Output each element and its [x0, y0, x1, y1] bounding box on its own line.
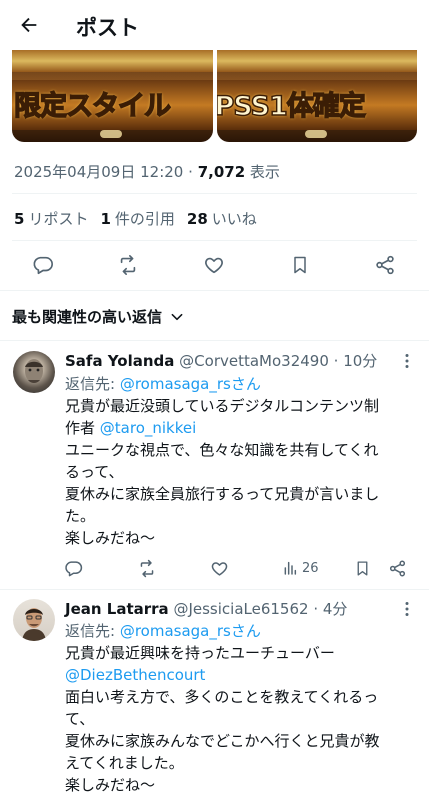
more-options-button[interactable] [398, 352, 416, 370]
chevron-down-icon [171, 313, 183, 320]
mention-link[interactable]: @DiezBethencourt [65, 664, 420, 686]
bar-chart-icon [284, 561, 297, 575]
reply-text: 兄貴が最近興味を持ったユーチューバー @DiezBethencourt 面白い考… [65, 642, 420, 796]
reply-text-line: えてくれました。 [65, 754, 184, 772]
media-image-2[interactable]: PSS1体確定 [216, 50, 417, 142]
repost-button[interactable] [115, 252, 141, 278]
divider [12, 193, 417, 194]
replying-to: 返信先: @romasaga_rsさん [65, 373, 261, 394]
reply-item[interactable]: Jean Latarra @JessiciaLe61562 · 4分 返信先: … [0, 590, 429, 800]
media-grid: 限定スタイル PSS1体確定 [12, 50, 417, 142]
quotes-count: 1 [100, 210, 111, 228]
post-action-bar [0, 250, 429, 280]
reposts-label: リポスト [28, 210, 89, 228]
media-image-1[interactable]: 限定スタイル [12, 50, 213, 142]
reply-button[interactable] [30, 252, 56, 278]
heart-icon [211, 561, 228, 576]
reply-text-line: 兄貴が最近没頭しているデジタルコンテンツ制 [65, 397, 379, 415]
views-count: 7,072 [197, 163, 246, 181]
heart-icon [205, 257, 223, 274]
mention-link[interactable]: @taro_nikkei [100, 419, 197, 437]
quotes-stat[interactable]: 1 件の引用 [100, 208, 174, 229]
reply-text-line: 楽しみだね〜 [65, 529, 156, 547]
engagement-stats: 5 リポスト 1 件の引用 28 いいね [14, 208, 257, 229]
share-icon [389, 560, 406, 576]
reply-text-line: て、 [65, 710, 95, 728]
replying-to-link[interactable]: @romasaga_rsさん [120, 622, 261, 640]
reply-text-line: 夏休みに家族みんなでどこかへ行くと兄貴が教 [65, 732, 380, 750]
reply-sort-dropdown[interactable]: 最も関連性の高い返信 [12, 306, 184, 327]
media-1-art-text: 限定スタイル [13, 90, 172, 123]
reply-text-line: 兄貴が最近興味を持ったユーチューバー [65, 644, 335, 662]
quotes-label: 件の引用 [114, 210, 175, 228]
post-datetime[interactable]: 2025年04月09日 12:20 [14, 163, 183, 181]
avatar[interactable] [13, 599, 55, 641]
reply-text-line: 作者 @taro_nikkei [65, 417, 420, 439]
reply-like-button[interactable] [210, 556, 229, 580]
reply-time[interactable]: · 10分 [334, 352, 378, 370]
share-icon [376, 255, 394, 275]
share-button[interactable] [372, 252, 398, 278]
reposts-stat[interactable]: 5 リポスト [14, 208, 88, 229]
avatar-portrait-icon [25, 359, 43, 383]
divider [12, 240, 417, 241]
replying-to: 返信先: @romasaga_rsさん [65, 620, 261, 641]
post-timestamp-row: 2025年04月09日 12:20 · 7,072 表示 [14, 161, 280, 182]
repost-icon [120, 255, 136, 275]
avatar[interactable] [13, 351, 55, 393]
display-name[interactable]: Jean Latarra [65, 600, 169, 618]
avatar-portrait-icon [22, 608, 46, 641]
media-2-art-text: PSS1体確定 [216, 90, 367, 123]
post-detail-page: ポスト 限定スタイル PSS1体確定 2025年04月09日 12:20 · 7… [0, 0, 429, 800]
reply-text-line: 面白い考え方で、多くのことを教えてくれるっ [65, 688, 379, 706]
reply-item[interactable]: Safa Yolanda @CorvettaMo32490 · 10分 返信先:… [0, 341, 429, 589]
reply-text-line: 楽しみだね〜 [65, 776, 156, 794]
reply-text-line: るって、 [65, 463, 124, 481]
page-title: ポスト [76, 16, 139, 40]
reply-views-button[interactable]: 26 [282, 556, 319, 580]
reply-repost-button[interactable] [137, 556, 157, 580]
reply-text: 兄貴が最近没頭しているデジタルコンテンツ制 作者 @taro_nikkei ユニ… [65, 395, 420, 549]
arrow-left-icon [21, 17, 37, 33]
reposts-count: 5 [14, 210, 25, 228]
reply-bookmark-button[interactable] [354, 556, 371, 580]
like-button[interactable] [201, 252, 227, 278]
meta-separator: · [188, 163, 193, 181]
reply-share-button[interactable] [388, 556, 407, 580]
user-handle[interactable]: @JessiciaLe61562 [173, 600, 308, 618]
likes-count: 28 [186, 210, 208, 228]
reply-reply-button[interactable] [64, 556, 83, 580]
reply-icon [33, 256, 53, 275]
user-handle[interactable]: @CorvettaMo32490 [179, 352, 329, 370]
views-label: 表示 [249, 163, 280, 181]
top-bar: ポスト [0, 0, 429, 50]
reply-time[interactable]: · 4分 [313, 600, 347, 618]
reply-action-bar: 26 [0, 556, 429, 580]
reply-text-prefix: 作者 [65, 419, 100, 437]
reply-header: Safa Yolanda @CorvettaMo32490 · 10分 [65, 350, 377, 371]
more-vertical-icon [405, 354, 409, 368]
sort-label: 最も関連性の高い返信 [12, 308, 163, 326]
repost-icon [140, 559, 154, 577]
reply-views-count: 26 [302, 560, 319, 576]
replying-to-label: 返信先: [65, 622, 120, 640]
divider [0, 290, 429, 291]
likes-label: いいね [211, 210, 257, 228]
back-button[interactable] [14, 10, 44, 40]
likes-stat[interactable]: 28 いいね [187, 208, 257, 229]
replying-to-link[interactable]: @romasaga_rsさん [120, 375, 261, 393]
reply-text-line: ユニークな視点で、色々な知識を共有してくれ [65, 441, 379, 459]
more-vertical-icon [405, 602, 409, 616]
bookmark-icon [294, 256, 306, 274]
reply-text-line: た。 [65, 507, 96, 525]
bookmark-button[interactable] [287, 252, 313, 278]
reply-text-line: 夏休みに家族全員旅行するって兄貴が言いまし [65, 485, 380, 503]
reply-icon [65, 560, 83, 576]
more-options-button[interactable] [398, 600, 416, 618]
replying-to-label: 返信先: [65, 375, 120, 393]
bookmark-icon [357, 560, 368, 576]
display-name[interactable]: Safa Yolanda [65, 352, 174, 370]
reply-header: Jean Latarra @JessiciaLe61562 · 4分 [65, 598, 347, 619]
